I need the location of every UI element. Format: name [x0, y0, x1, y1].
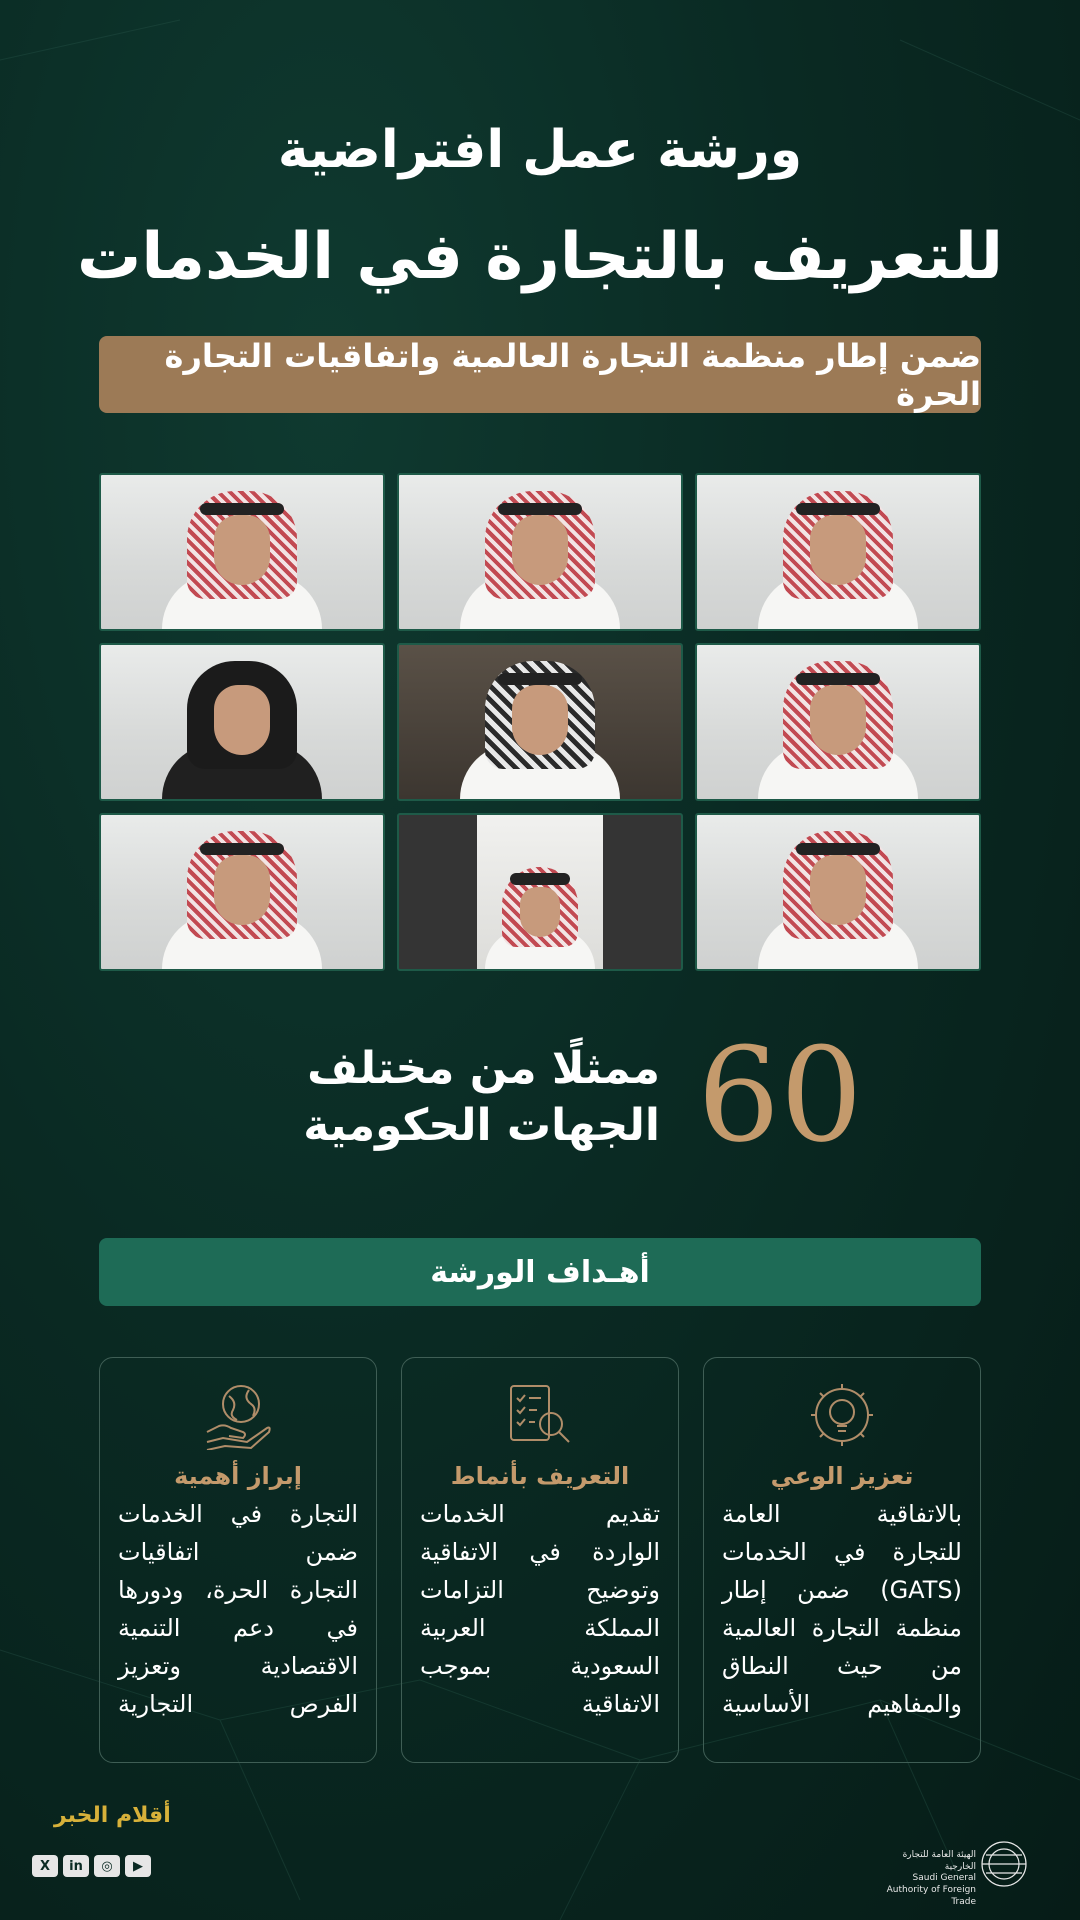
video-call-grid — [99, 473, 981, 971]
card-line: الاقتصادية وتعزيز — [118, 1651, 358, 1680]
goal-card-awareness: تعزيز الوعي بالاتفاقية العامة للتجارة في… — [703, 1357, 981, 1763]
subtitle-banner: ضمن إطار منظمة التجارة العالمية واتفاقيا… — [99, 336, 981, 413]
participant-tile — [397, 643, 683, 801]
goal-card-importance: إبراز أهمية التجارة في الخدمات ضمن اتفاق… — [99, 1357, 377, 1763]
card-line: من حيث النطاق — [722, 1651, 962, 1680]
card-line: المملكة العربية — [420, 1613, 660, 1642]
authority-logo: الهيئة العامة للتجارة الخارجية Saudi Gen… — [874, 1838, 1054, 1907]
social-links: X in ◎ ▶ — [32, 1855, 151, 1877]
participant-tile — [99, 473, 385, 631]
goal-card-modes: التعريف بأنماط تقديم الخدمات الواردة في … — [401, 1357, 679, 1763]
card-body: التجارة في الخدمات ضمن اتفاقيات التجارة … — [118, 1496, 358, 1723]
participant-tile — [397, 473, 683, 631]
goals-heading: أهـداف الورشة — [99, 1238, 981, 1306]
card-title: إبراز أهمية — [174, 1462, 302, 1490]
participant-tile — [695, 473, 981, 631]
participant-tile — [695, 643, 981, 801]
instagram-icon[interactable]: ◎ — [94, 1855, 120, 1877]
card-line: ضمن اتفاقيات — [118, 1537, 358, 1566]
card-line: وتوضيح التزامات — [420, 1575, 660, 1604]
card-line: التجارة الحرة، ودورها — [118, 1575, 358, 1604]
card-line: تقديم الخدمات — [420, 1500, 660, 1528]
authority-name-ar: الهيئة العامة للتجارة الخارجية — [902, 1850, 976, 1872]
card-line: في دعم التنمية — [118, 1613, 358, 1642]
title-line-2: للتعريف بالتجارة في الخدمات — [77, 220, 1003, 294]
card-line: الواردة في الاتفاقية — [420, 1537, 660, 1566]
globe-hand-icon — [118, 1372, 358, 1458]
participant-tile — [99, 643, 385, 801]
youtube-icon[interactable]: ▶ — [125, 1855, 151, 1877]
card-line: بالاتفاقية العامة — [722, 1500, 962, 1528]
card-line: منظمة التجارة العالمية — [722, 1613, 962, 1642]
card-title: التعريف بأنماط — [450, 1462, 630, 1490]
participant-tile — [99, 813, 385, 971]
authority-name: الهيئة العامة للتجارة الخارجية Saudi Gen… — [874, 1850, 976, 1908]
card-body: بالاتفاقية العامة للتجارة في الخدمات (GA… — [722, 1496, 962, 1723]
watermark-logo: أقلام الخبر — [54, 1803, 171, 1828]
card-line: التجارة في الخدمات — [118, 1500, 358, 1528]
authority-emblem-icon — [981, 1841, 1027, 1887]
card-line: الاتفاقية — [581, 1689, 660, 1718]
stat-line-2: الجهات الحكومية — [303, 1100, 660, 1152]
stat-number: 60 — [697, 1019, 863, 1171]
lightbulb-gear-icon — [722, 1372, 962, 1458]
card-line: الفرص التجارية — [118, 1689, 358, 1718]
participant-tile — [397, 813, 683, 971]
card-body: تقديم الخدمات الواردة في الاتفاقية وتوضي… — [420, 1496, 660, 1723]
card-line: السعودية بموجب — [420, 1651, 660, 1680]
card-line: (GATS) ضمن إطار — [722, 1575, 962, 1604]
checklist-search-icon — [420, 1372, 660, 1458]
card-line: والمفاهيم الأساسية — [722, 1689, 962, 1718]
card-line: للتجارة في الخدمات — [722, 1537, 962, 1566]
stat-line-1: ممثلًا من مختلف — [307, 1043, 660, 1094]
participant-tile — [695, 813, 981, 971]
x-icon[interactable]: X — [32, 1855, 58, 1877]
authority-name-en: Saudi General Authority of Foreign Trade — [886, 1873, 976, 1907]
title-line-1: ورشة عمل افتراضية — [277, 120, 803, 180]
stat-description: ممثلًا من مختلف الجهات الحكومية — [170, 1040, 660, 1154]
linkedin-icon[interactable]: in — [63, 1855, 89, 1877]
card-title: تعزيز الوعي — [770, 1462, 914, 1490]
